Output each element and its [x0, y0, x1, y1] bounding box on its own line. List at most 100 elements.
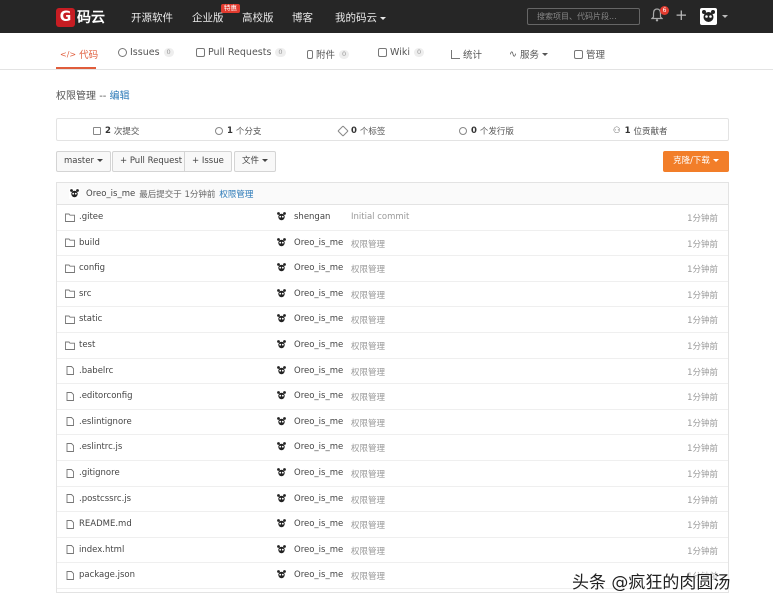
avatar[interactable] [276, 364, 287, 376]
commit-author[interactable]: Oreo_is_me [294, 366, 343, 376]
commit-author[interactable]: Oreo_is_me [294, 263, 343, 273]
tab-issues[interactable]: Issues 0 [118, 47, 174, 58]
nav-blog[interactable]: 博客 [292, 10, 313, 25]
logo[interactable]: G 码云 [56, 7, 105, 27]
commit-author[interactable]: Oreo_is_me [294, 417, 343, 427]
tab-services[interactable]: ∿ 服务 [509, 47, 548, 61]
tab-wiki[interactable]: Wiki 0 [378, 47, 425, 58]
commit-message[interactable]: 权限管理 [351, 494, 385, 506]
file-name-link[interactable]: src [65, 289, 91, 299]
avatar[interactable] [700, 8, 717, 25]
commit-message[interactable]: 权限管理 [351, 366, 385, 378]
commit-author[interactable]: Oreo_is_me [294, 545, 343, 555]
commit-message[interactable]: 权限管理 [351, 391, 385, 403]
tab-stats[interactable]: 统计 [451, 47, 482, 61]
file-name-link[interactable]: package.json [65, 570, 135, 580]
file-row: test Oreo_is_me 权限管理 1分钟前 [57, 333, 728, 359]
commit-message[interactable]: 权限管理 [351, 519, 385, 531]
avatar[interactable] [276, 339, 287, 350]
stat-contributors[interactable]: ⚇ 1 位贡献者 [613, 125, 668, 137]
file-name-link[interactable]: .eslintignore [65, 417, 132, 427]
file-row: README.md Oreo_is_me 权限管理 1分钟前 [57, 512, 728, 538]
tab-settings[interactable]: 管理 [574, 47, 605, 61]
file-name-link[interactable]: static [65, 314, 102, 324]
commit-message[interactable]: 权限管理 [351, 417, 385, 429]
commit-author[interactable]: Oreo_is_me [294, 494, 343, 504]
commit-message[interactable]: 权限管理 [351, 570, 385, 582]
commit-message[interactable]: Initial commit [351, 212, 409, 222]
commit-author[interactable]: Oreo_is_me [294, 340, 343, 350]
avatar[interactable] [276, 492, 287, 504]
breadcrumb-repo[interactable]: 权限管理 [56, 91, 96, 102]
commit-message[interactable]: 权限管理 [351, 238, 385, 250]
breadcrumb: 权限管理 -- 编辑 [56, 87, 130, 102]
avatar[interactable] [276, 518, 287, 530]
commit-author[interactable]: shengan [294, 212, 330, 222]
file-name-link[interactable]: .babelrc [65, 366, 113, 376]
commit-message[interactable]: 权限管理 [351, 340, 385, 352]
file-name-link[interactable]: config [65, 263, 105, 273]
commit-author[interactable]: Oreo_is_me [294, 238, 343, 248]
commit-author[interactable]: Oreo_is_me [294, 468, 343, 478]
nav-my-gitee[interactable]: 我的码云 [335, 10, 386, 25]
file-menu-button[interactable]: 文件 [234, 151, 277, 172]
file-name-link[interactable]: index.html [65, 545, 124, 555]
avatar[interactable] [276, 390, 287, 402]
stat-branches[interactable]: 1 个分支 [215, 125, 261, 137]
search-input[interactable]: 搜索项目、代码片段... [527, 8, 640, 25]
file-row: .gitee shengan Initial commit 1分钟前 [57, 205, 728, 231]
commit-author[interactable]: Oreo_is_me [294, 570, 343, 580]
avatar[interactable] [276, 569, 287, 581]
commit-author[interactable]: Oreo_is_me [294, 289, 343, 299]
avatar[interactable] [276, 313, 287, 325]
commit-author[interactable]: Oreo_is_me [294, 314, 343, 324]
commit-message[interactable]: 权限管理 [351, 442, 385, 454]
chevron-down-icon[interactable] [722, 15, 728, 18]
avatar[interactable] [276, 287, 287, 299]
commit-message[interactable]: 权限管理 [351, 314, 385, 326]
file-name-link[interactable]: .postcssrc.js [65, 494, 131, 504]
tab-pull-requests[interactable]: Pull Requests 0 [196, 47, 286, 58]
branch-select[interactable]: master [56, 151, 111, 172]
tab-attachments[interactable]: 附件 0 [307, 47, 350, 61]
stat-commits[interactable]: 2 次提交 [93, 125, 139, 137]
commit-message[interactable]: 权限管理 [351, 545, 385, 557]
commit-author[interactable]: Oreo_is_me [294, 391, 343, 401]
file-name-link[interactable]: .editorconfig [65, 391, 133, 401]
nav-enterprise[interactable]: 企业版 [192, 10, 224, 25]
avatar[interactable] [276, 415, 287, 427]
file-name-link[interactable]: .gitee [65, 212, 103, 222]
stat-releases[interactable]: 0 个发行版 [459, 125, 514, 137]
commit-message[interactable]: 权限管理 [351, 468, 385, 480]
tab-code[interactable]: </> 代码 [60, 47, 98, 62]
file-name-link[interactable]: .eslintrc.js [65, 442, 122, 452]
new-pull-request-button[interactable]: + Pull Request [112, 151, 191, 172]
new-issue-button[interactable]: + Issue [184, 151, 232, 172]
file-name-link[interactable]: test [65, 340, 95, 350]
avatar[interactable] [276, 441, 287, 453]
avatar[interactable] [276, 236, 287, 248]
active-tab-indicator [56, 67, 96, 69]
avatar[interactable] [276, 467, 287, 478]
stat-tags-value: 0 [351, 126, 357, 136]
commit-author[interactable]: Oreo_is_me [294, 519, 343, 529]
last-commit-author[interactable]: Oreo_is_me [86, 189, 135, 199]
file-name-link[interactable]: .gitignore [65, 468, 120, 478]
avatar[interactable] [276, 211, 287, 222]
commit-author[interactable]: Oreo_is_me [294, 442, 343, 452]
avatar[interactable] [276, 262, 287, 274]
file-name-link[interactable]: build [65, 238, 100, 248]
nav-open-source[interactable]: 开源软件 [131, 10, 173, 25]
stat-tags[interactable]: 0 个标签 [337, 125, 385, 137]
nav-university[interactable]: 高校版 [242, 10, 274, 25]
branch-select-label: master [64, 156, 94, 166]
avatar[interactable] [276, 543, 287, 555]
plus-icon[interactable]: + [675, 7, 688, 24]
commit-message[interactable]: 权限管理 [351, 289, 385, 301]
avatar[interactable] [69, 188, 80, 199]
file-name-link[interactable]: README.md [65, 519, 132, 529]
commit-message[interactable]: 权限管理 [351, 263, 385, 275]
last-commit-message[interactable]: 权限管理 [219, 188, 253, 200]
clone-download-button[interactable]: 克隆/下载 [663, 151, 729, 172]
breadcrumb-edit-link[interactable]: 编辑 [110, 91, 130, 102]
